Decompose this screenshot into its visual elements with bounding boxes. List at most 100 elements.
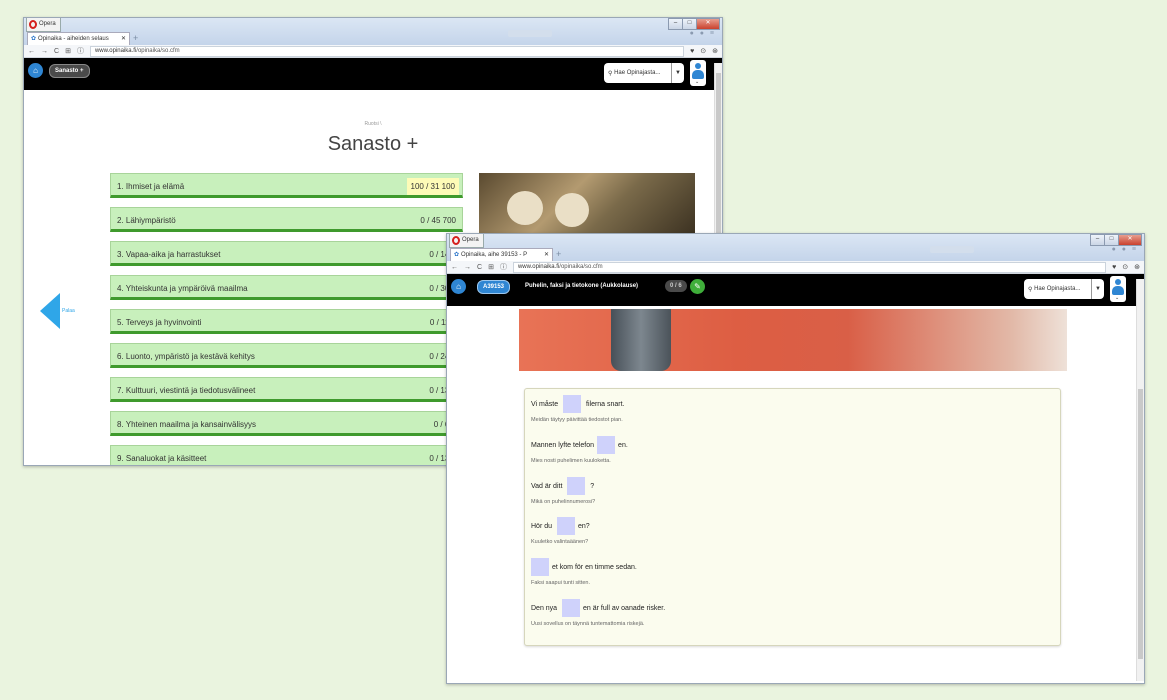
tab-title: Opinaika - aiheiden selaus (38, 36, 109, 42)
finnish-translation: Uusi sovellus on täynnä tuntemattomia ri… (531, 621, 645, 627)
account-icon[interactable]: ⊛ (712, 47, 718, 55)
search-bar-placeholder (930, 246, 974, 253)
scrollbar-thumb[interactable] (1138, 389, 1143, 659)
category-item[interactable]: 8. Yhteinen maailma ja kansainvälisyys 0 … (110, 411, 463, 436)
category-label: 1. Ihmiset ja elämä (117, 182, 185, 191)
back-label[interactable]: Palaa (62, 308, 75, 314)
tab-title: Opinaika, aihe 39153 - P (461, 252, 528, 258)
category-item[interactable]: 4. Yhteiskunta ja ympäröivä maailma 0 / 3… (110, 275, 463, 300)
search-bar-placeholder (508, 30, 552, 37)
sentence-before: Vad är ditt (531, 482, 565, 490)
browser-tab[interactable]: ✿ Opinaika - aiheiden selaus ✕ (27, 32, 130, 45)
answer-blank[interactable] (567, 477, 586, 495)
progress-badge: 0 / 6 (665, 280, 687, 292)
wrench-icon[interactable]: ✎ (690, 279, 705, 294)
sentence-before: Den nya (531, 604, 560, 612)
url-domain: www.opinaika.fi (94, 47, 137, 54)
finnish-translation: Faksi saapui tunti sitten. (531, 580, 591, 586)
category-item[interactable]: 6. Luonto, ympäristö ja kestävä kehitys 0… (110, 343, 463, 368)
answer-blank[interactable] (563, 395, 582, 413)
topic-id-badge[interactable]: A39153 (477, 280, 511, 294)
minimize-icon[interactable]: – (1090, 234, 1105, 246)
search-input[interactable]: ⚲ Hae Opinajasta... ▼ (604, 63, 684, 83)
opera-label: Opera (39, 21, 56, 27)
maximize-icon[interactable]: □ (1104, 234, 1119, 246)
finnish-translation: Kuuletko valintaäänen? (531, 539, 589, 545)
opera-menu-button[interactable]: Opera (26, 18, 61, 32)
category-label: 5. Terveys ja hyvinvointi (117, 318, 202, 327)
new-tab-icon[interactable]: + (556, 249, 561, 259)
opera-label: Opera (462, 237, 479, 243)
finnish-translation: Mikä on puhelinnumerosi? (531, 499, 596, 505)
pepper-shaker-shape (555, 193, 589, 227)
answer-blank[interactable] (597, 436, 616, 454)
page-title: Sanasto + (327, 133, 419, 155)
url-input[interactable]: www.opinaika.fi/opinaika/so.cfm (89, 45, 685, 57)
back-arrow-icon[interactable] (40, 293, 60, 329)
chevron-down-icon[interactable]: ▼ (1091, 279, 1104, 299)
tab-close-icon[interactable]: ✕ (544, 249, 549, 261)
category-item[interactable]: 1. Ihmiset ja elämä 100 / 31 100 (110, 173, 463, 198)
exercise-item: Mannen lyfte telefon en. Mies nosti puhel… (531, 436, 628, 464)
forward-nav-icon[interactable]: → (464, 264, 471, 271)
category-count: 100 / 31 100 (406, 178, 459, 195)
maximize-icon[interactable]: □ (682, 18, 697, 30)
sentence-after: ? (588, 482, 595, 490)
category-item[interactable]: 5. Terveys ja hyvinvointi 0 / 11 6 (110, 309, 463, 334)
user-chevron-icon: ⌄ (695, 79, 700, 85)
reload-icon[interactable]: C (477, 264, 482, 271)
category-label: 8. Yhteinen maailma ja kansainvälisyys (117, 420, 257, 429)
speed-dial-icon[interactable]: ⊞ (65, 47, 71, 55)
sentence-before: Vi måste (531, 400, 561, 408)
account-icon[interactable]: ⊛ (1134, 263, 1140, 271)
heart-icon[interactable]: ♥ (690, 48, 694, 55)
url-input[interactable]: www.opinaika.fi/opinaika/so.cfm (512, 261, 1107, 273)
speed-dial-icon[interactable]: ⊞ (488, 263, 494, 271)
download-icon[interactable]: ⊙ (1122, 263, 1128, 271)
new-tab-icon[interactable]: + (133, 33, 138, 43)
answer-blank[interactable] (531, 558, 549, 576)
info-icon[interactable]: ⓘ (500, 262, 507, 272)
minimize-icon[interactable]: – (668, 18, 683, 30)
opera-logo-icon (452, 236, 460, 245)
topic-title: Puhelin, faksi ja tietokone (Aukkolause) (525, 283, 639, 289)
heart-icon[interactable]: ♥ (1112, 264, 1116, 271)
exercise-item: Vi måste filerna snart. Meidän täytyy pä… (531, 395, 625, 423)
user-avatar[interactable]: ⌄ (690, 60, 706, 86)
close-window-icon[interactable]: ✕ (696, 18, 720, 30)
category-label: 9. Sanaluokat ja käsitteet (117, 454, 207, 463)
answer-blank[interactable] (562, 599, 581, 617)
download-icon[interactable]: ⊙ (700, 47, 706, 55)
search-label: Hae Opinajasta... (614, 70, 661, 76)
answer-blank[interactable] (556, 517, 575, 535)
reload-icon[interactable]: C (54, 48, 59, 55)
phone-shape (611, 309, 671, 371)
close-window-icon[interactable]: ✕ (1118, 234, 1142, 246)
category-item[interactable]: 7. Kulttuuri, viestintä ja tiedotusvälin… (110, 377, 463, 402)
home-icon[interactable]: ⌂ (451, 279, 466, 294)
tab-close-icon[interactable]: ✕ (121, 33, 126, 45)
info-icon[interactable]: ⓘ (77, 46, 84, 56)
back-nav-icon[interactable]: ← (451, 264, 458, 271)
vertical-scrollbar[interactable] (1136, 279, 1144, 681)
user-head-icon (695, 63, 701, 69)
opera-logo-icon (29, 20, 37, 29)
category-item[interactable]: 2. Lähiympäristö 0 / 45 700 (110, 207, 463, 232)
exercise-panel: Vi måste filerna snart. Meidän täytyy pä… (524, 388, 1061, 646)
favicon-icon: ✿ (31, 36, 37, 42)
user-head-icon (1115, 279, 1121, 285)
browser-tab[interactable]: ✿ Opinaika, aihe 39153 - P ✕ (450, 248, 553, 261)
back-nav-icon[interactable]: ← (28, 48, 35, 55)
category-item[interactable]: 3. Vapaa-aika ja harrastukset 0 / 14 9 (110, 241, 463, 266)
sanasto-pill[interactable]: Sanasto + (49, 64, 90, 78)
breadcrumb[interactable]: Ruotsi \ (24, 121, 722, 127)
opera-menu-button[interactable]: Opera (449, 234, 484, 248)
category-item[interactable]: 9. Sanaluokat ja käsitteet 0 / 13 3 (110, 445, 463, 465)
forward-nav-icon[interactable]: → (41, 48, 48, 55)
chevron-down-icon[interactable]: ▼ (671, 63, 684, 83)
search-input[interactable]: ⚲ Hae Opinajasta... ▼ (1024, 279, 1104, 299)
home-icon[interactable]: ⌂ (28, 63, 43, 78)
user-avatar[interactable]: ⌄ (1110, 276, 1126, 302)
window-controls: – □ ✕ (668, 18, 720, 30)
address-bar: ← → C ⊞ ⓘ www.opinaika.fi/opinaika/so.cf… (447, 261, 1144, 274)
